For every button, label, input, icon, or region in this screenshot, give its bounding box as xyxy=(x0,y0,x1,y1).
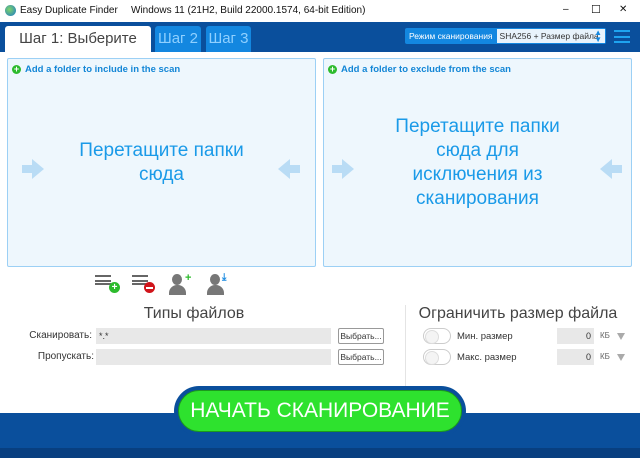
min-size-input[interactable]: 0 xyxy=(557,328,594,344)
min-unit-dropdown-icon[interactable] xyxy=(617,333,625,340)
arrow-left-icon xyxy=(600,159,612,179)
scan-mode-selector[interactable]: Режим сканирования SHA256 + Размер файла… xyxy=(405,28,606,44)
arrow-right-icon xyxy=(32,159,44,179)
arrow-right-icon xyxy=(22,165,32,173)
skip-types-input[interactable] xyxy=(96,349,331,365)
start-scan-button[interactable]: НАЧАТЬ СКАНИРОВАНИЕ xyxy=(178,390,462,432)
download-user-icon[interactable]: ⤓ xyxy=(207,272,231,295)
app-title: Easy Duplicate Finder xyxy=(20,5,118,16)
updown-icon: ▲ ▼ xyxy=(594,28,602,44)
arrow-left-icon xyxy=(612,165,622,173)
scan-types-input[interactable]: *.* xyxy=(96,328,331,344)
max-unit-dropdown-icon[interactable] xyxy=(617,354,625,361)
minimize-button[interactable]: – xyxy=(563,4,569,15)
arrow-right-icon xyxy=(332,165,342,173)
choose-scan-types-button[interactable]: Выбрать... xyxy=(338,328,384,344)
min-size-label: Мин. размер xyxy=(457,331,513,342)
tab-step-1[interactable]: Шаг 1: Выберите папки xyxy=(5,26,151,73)
os-info: Windows 11 (21H2, Build 22000.1574, 64-b… xyxy=(131,5,366,16)
tab-step-2[interactable]: Шаг 2 xyxy=(155,26,201,52)
file-types-title: Типы файлов xyxy=(143,305,245,322)
footer-strip xyxy=(0,448,640,458)
remove-list-icon[interactable] xyxy=(132,274,158,294)
size-limit-title: Ограничить размер файла xyxy=(418,305,618,322)
close-button[interactable]: ✕ xyxy=(619,4,627,15)
title-bar: Easy Duplicate Finder Windows 11 (21H2, … xyxy=(0,0,640,22)
include-drop-text: Перетащите папки сюда xyxy=(79,139,244,185)
arrow-right-icon xyxy=(342,159,354,179)
scan-label: Сканировать: xyxy=(29,330,92,341)
scan-mode-label: Режим сканирования xyxy=(409,31,493,41)
plus-icon: + xyxy=(328,64,337,74)
add-list-icon[interactable]: + xyxy=(95,274,121,294)
max-size-input[interactable]: 0 xyxy=(557,349,594,365)
app-logo-icon xyxy=(5,5,16,16)
min-size-unit: КБ xyxy=(600,331,610,340)
arrow-left-icon xyxy=(290,165,300,173)
exclude-drop-zone[interactable]: + Add a folder to exclude from the scan П… xyxy=(323,58,632,267)
scan-mode-value[interactable]: SHA256 + Размер файла xyxy=(496,29,605,43)
arrow-left-icon xyxy=(278,159,290,179)
include-drop-zone[interactable]: + Add a folder to include in the scan Пер… xyxy=(7,58,316,267)
skip-label: Пропускать: xyxy=(37,351,94,362)
min-size-toggle[interactable] xyxy=(423,328,451,344)
add-user-icon[interactable]: + xyxy=(169,272,193,295)
menu-icon[interactable] xyxy=(614,30,630,43)
max-size-unit: КБ xyxy=(600,352,610,361)
max-size-toggle[interactable] xyxy=(423,349,451,365)
exclude-drop-text: Перетащите папки сюда для исключения из … xyxy=(395,115,560,209)
tab-step-3[interactable]: Шаг 3 xyxy=(206,26,251,52)
max-size-label: Макс. размер xyxy=(457,352,517,363)
plus-icon: + xyxy=(12,64,21,74)
choose-skip-types-button[interactable]: Выбрать... xyxy=(338,349,384,365)
maximize-button[interactable]: ☐ xyxy=(591,3,601,16)
